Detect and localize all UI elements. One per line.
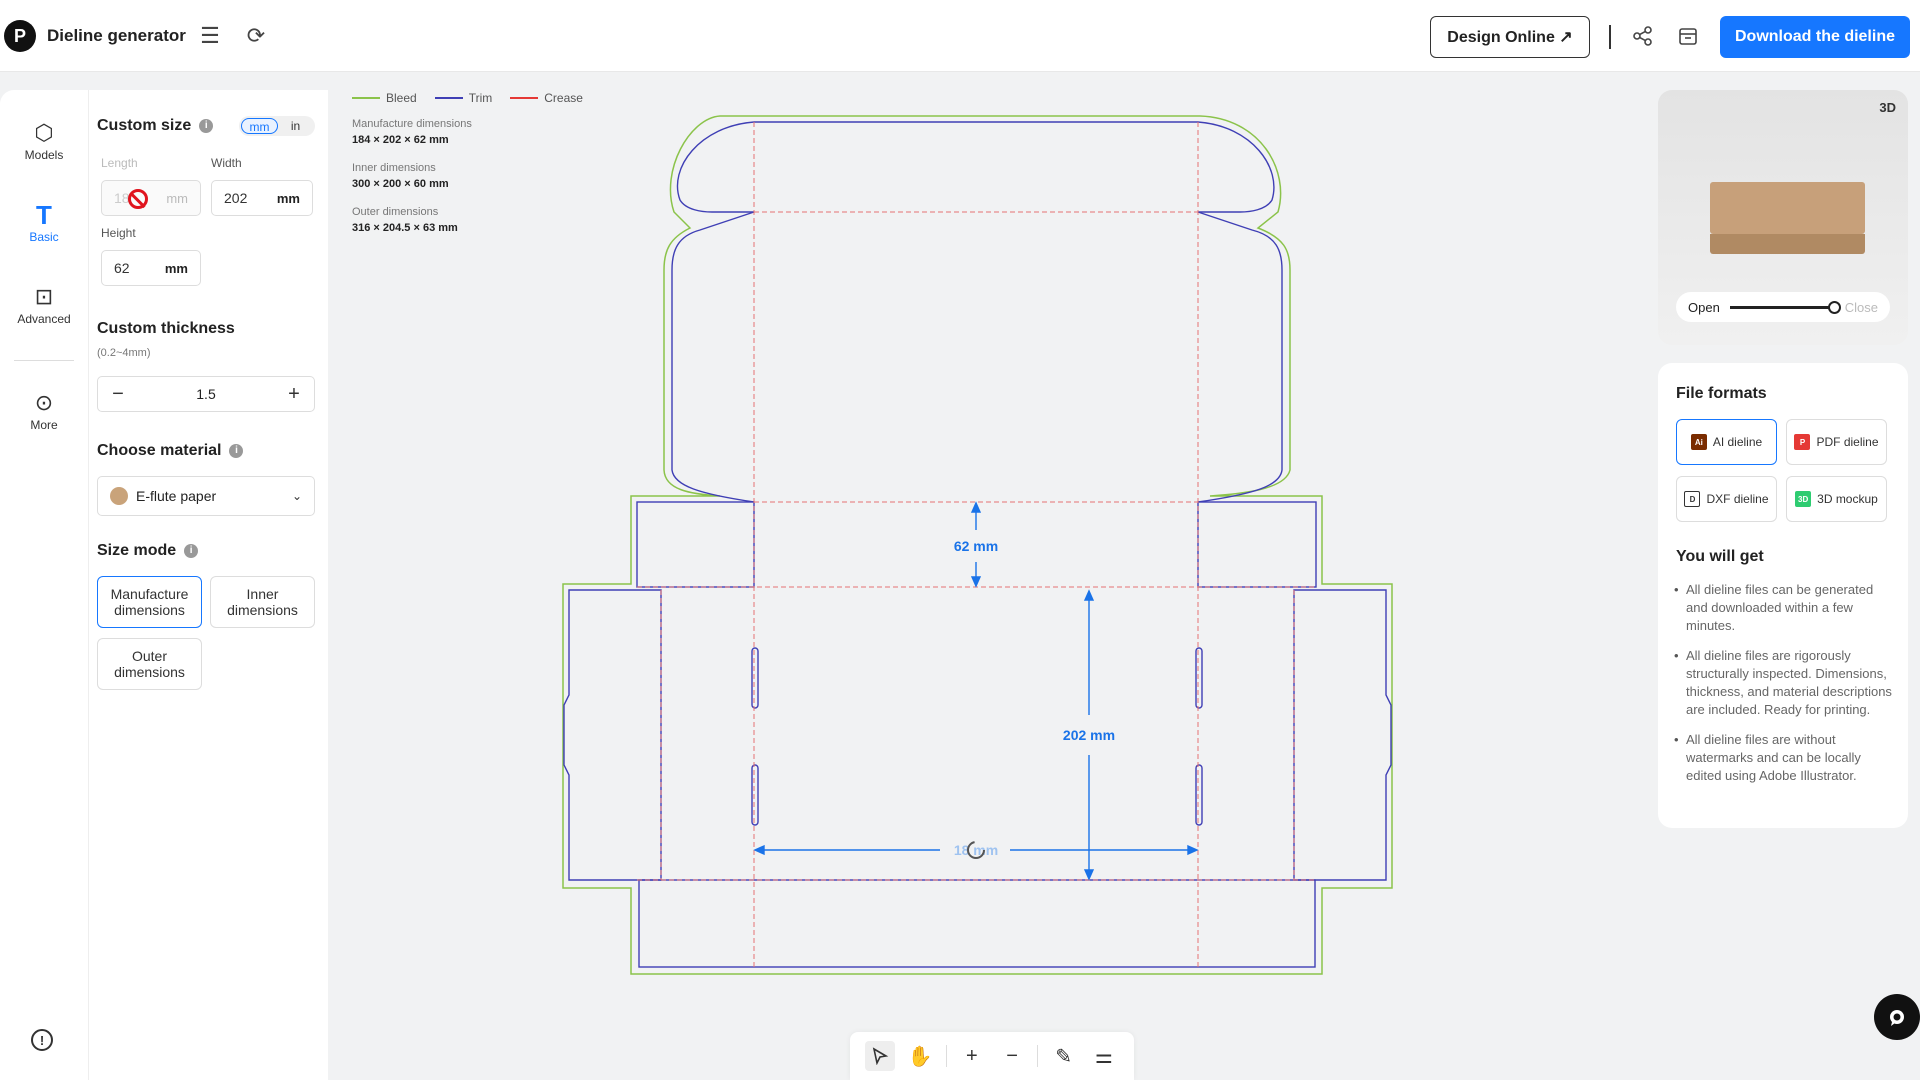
toolbar-divider [945, 1045, 947, 1067]
open-close-slider[interactable]: Open Close [1676, 292, 1890, 322]
format-3d-button[interactable]: 3D 3D mockup [1786, 476, 1887, 522]
dieline-canvas[interactable]: 62 mm 202 mm 18 mm [0, 0, 1920, 1080]
format-3d-label: 3D mockup [1817, 492, 1878, 506]
toolbar-divider [1037, 1045, 1039, 1067]
format-dxf-label: DXF dieline [1706, 492, 1769, 506]
file-formats-panel: File formats Ai AI dieline P PDF dieline… [1658, 363, 1908, 828]
file-formats-title: File formats [1676, 385, 1767, 402]
close-label: Close [1844, 299, 1878, 315]
box-mockup-top [1710, 182, 1865, 234]
zoom-out-icon[interactable]: − [997, 1041, 1027, 1071]
height-dimension-label: 62 mm [954, 538, 998, 554]
pen-edit-icon[interactable]: ✎ [1049, 1041, 1079, 1071]
open-label: Open [1688, 299, 1720, 315]
ai-file-icon: Ai [1690, 434, 1707, 450]
zoom-in-icon[interactable]: + [957, 1041, 987, 1071]
hand-pan-icon[interactable]: ✋ [905, 1041, 935, 1071]
select-pointer-icon[interactable] [865, 1041, 896, 1071]
box-mockup-front [1710, 234, 1865, 254]
chat-support-icon[interactable] [1874, 994, 1920, 1040]
width-dimension-label: 202 mm [1063, 727, 1115, 743]
format-ai-label: AI dieline [1712, 435, 1763, 449]
3d-preview-panel[interactable]: 3D Open Close [1658, 90, 1908, 345]
adjust-sliders-icon[interactable]: ⚌ [1089, 1041, 1119, 1071]
3d-mockup-icon: 3D [1795, 491, 1812, 507]
dimension-arrows [753, 501, 1199, 881]
pdf-file-icon: P [1794, 434, 1811, 450]
benefits-list: All dieline files can be generated and d… [1674, 581, 1894, 797]
canvas-toolbar: ✋ + − ✎ ⚌ [850, 1032, 1134, 1080]
length-dimension-label: 18 mm [954, 842, 998, 858]
slider-track[interactable] [1729, 300, 1841, 314]
format-pdf-label: PDF dieline [1816, 435, 1879, 449]
format-pdf-button[interactable]: P PDF dieline [1786, 419, 1887, 465]
benefit-item: All dieline files can be generated and d… [1674, 581, 1894, 635]
dxf-file-icon: D [1684, 491, 1701, 507]
benefit-item: All dieline files are without watermarks… [1674, 731, 1894, 785]
format-ai-button[interactable]: Ai AI dieline [1676, 419, 1777, 465]
3d-badge-icon[interactable]: 3D [1879, 100, 1896, 115]
you-will-get-title: You will get [1676, 548, 1764, 565]
slider-knob[interactable] [1827, 300, 1841, 314]
format-dxf-button[interactable]: D DXF dieline [1676, 476, 1777, 522]
benefit-item: All dieline files are rigorously structu… [1674, 647, 1894, 719]
